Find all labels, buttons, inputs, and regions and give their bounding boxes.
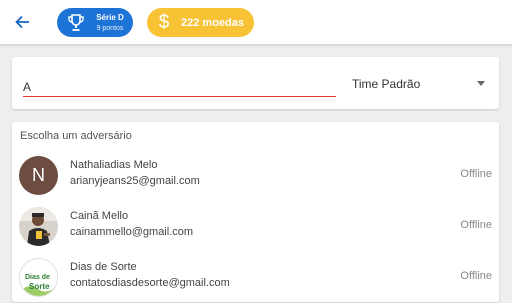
team-select[interactable]: Time Padrão [352,73,487,95]
opponent-email: cainammello@gmail.com [70,226,194,238]
opponent-list-title: Escolha um adversário [20,130,132,142]
coins-label: 222 moedas [181,16,244,29]
opponent-row[interactable]: N Nathaliadias Melo arianyjeans25@gmail.… [12,151,499,201]
opponent-list-card: Escolha um adversário N Nathaliadias Mel… [12,122,499,302]
opponent-row[interactable]: Cainã Mello cainammello@gmail.com Offlin… [12,202,499,252]
svg-text:Sorte: Sorte [29,282,50,291]
opponent-status: Offline [460,168,492,180]
series-badge[interactable]: Série D 9 pontos [57,8,133,37]
opponent-name: Cainã Mello [70,210,129,222]
top-app-bar: Série D 9 pontos $ 222 moedas [0,0,512,44]
search-card: Time Padrão [12,57,499,109]
series-text: Série D 9 pontos [92,12,128,32]
dias-de-sorte-logo: Dias de Sorte [20,259,57,296]
opponent-status: Offline [460,270,492,282]
opponent-status: Offline [460,219,492,231]
svg-text:Dias de: Dias de [25,274,50,281]
dollar-icon: $ [158,11,170,33]
avatar [19,207,58,246]
opponent-row[interactable]: Dias de Sorte Dias de Sorte contatosdias… [12,253,499,303]
avatar: N [19,156,58,195]
trophy-icon [68,13,84,31]
opponent-search-input[interactable] [23,77,336,97]
team-select-label: Time Padrão [352,77,421,91]
coins-badge[interactable]: $ 222 moedas [147,8,254,37]
back-button[interactable] [10,10,34,34]
avatar: Dias de Sorte [19,258,58,297]
dropdown-arrow-icon [477,81,485,86]
series-points: 9 pontos [96,24,124,32]
opponent-email: arianyjeans25@gmail.com [70,175,200,187]
person-photo-icon [19,207,58,246]
opponent-email: contatosdiasdesorte@gmail.com [70,277,230,289]
opponent-name: Dias de Sorte [70,261,137,273]
arrow-left-icon [15,15,29,29]
series-title: Série D [96,12,124,22]
opponent-name: Nathaliadias Melo [70,159,158,171]
